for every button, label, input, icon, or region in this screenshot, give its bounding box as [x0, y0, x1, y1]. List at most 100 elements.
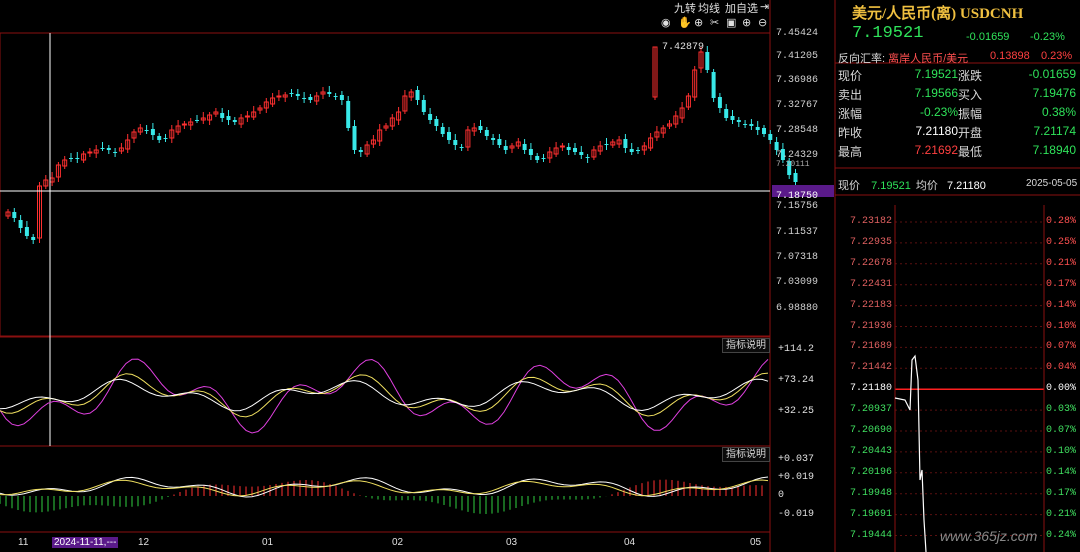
macd-tick: 0 — [778, 490, 785, 501]
quote-label: 振幅 — [958, 107, 983, 121]
indicator-help-button-1[interactable]: 指标说明 — [722, 338, 770, 353]
candle-body — [774, 142, 779, 150]
candle-body — [484, 130, 489, 136]
price-tick: 7.41205 — [776, 51, 819, 62]
candle-body — [459, 147, 464, 148]
price-tick: 7.07318 — [776, 252, 819, 263]
candle-body — [705, 52, 710, 70]
quote-label: 最高 — [838, 145, 863, 159]
candle-body — [730, 116, 735, 120]
lock-icon[interactable]: ▣ — [726, 16, 736, 31]
symbol-title: 美元/人民币(离) USDCNH — [852, 6, 1024, 22]
candle-body — [302, 98, 307, 99]
candle-body — [69, 158, 73, 159]
candle-body — [358, 150, 363, 152]
current-price-marker: 7.18750 — [772, 185, 834, 202]
intraday-price-tick: 7.21442 — [850, 362, 893, 374]
candle-body — [308, 97, 313, 100]
date-tick: 02 — [392, 537, 404, 548]
candle-body — [421, 100, 426, 112]
intraday-price-tick: 7.23182 — [850, 216, 893, 227]
eye-icon[interactable]: ◉ — [661, 16, 671, 31]
add-watchlist-button[interactable]: 加自选 — [725, 0, 758, 15]
price-tick: 7.32767 — [776, 100, 819, 111]
quote-value: 7.19521 — [914, 67, 958, 81]
intraday-price-tick: 7.20937 — [850, 404, 893, 416]
candle-body — [434, 119, 439, 126]
expand-panel-icon[interactable]: ⇥ — [760, 0, 769, 15]
quote-value: -0.23% — [919, 105, 958, 119]
intraday-pct-tick: 0.10% — [1046, 445, 1077, 457]
scissors-icon[interactable]: ✂ — [710, 16, 719, 31]
intraday-pct-tick: 0.21% — [1046, 508, 1077, 520]
quote-row: 现价 7.19521 涨跌 -0.01659 — [838, 67, 1080, 86]
candle-body — [339, 95, 344, 100]
kdj-tick: +114.2 — [778, 344, 815, 355]
candle-body — [24, 227, 29, 236]
candle-body — [327, 92, 332, 94]
candle-body — [503, 146, 508, 150]
hand-icon[interactable]: ✋ — [678, 16, 692, 31]
zoom-out-icon[interactable]: ⊖ — [758, 16, 767, 31]
candle-body — [629, 149, 634, 152]
candle-body — [447, 132, 451, 140]
candle-body — [226, 116, 231, 120]
quote-row: 昨收 7.21180 开盘 7.21174 — [838, 124, 1080, 143]
quote-label: 最低 — [958, 145, 983, 159]
candle-body — [497, 139, 502, 145]
candle-body — [573, 148, 577, 152]
candle-body — [346, 101, 351, 128]
nine-turn-button[interactable]: 九转 — [674, 0, 696, 15]
intraday-pct-tick: 0.04% — [1046, 362, 1077, 374]
ma-line-button[interactable]: 均线 — [698, 0, 720, 15]
reverse-rate-row: 反向汇率: 离岸人民币/美元 — [838, 50, 968, 66]
intraday-pct-tick: 0.14% — [1046, 466, 1077, 478]
price-tick: 7.20111 — [776, 160, 810, 169]
intraday-price-tick: 7.20690 — [850, 425, 893, 436]
quote-value: 7.21180 — [915, 124, 959, 138]
intraday-pct-tick: 0.03% — [1046, 404, 1077, 416]
zoom-in-icon[interactable]: ⊕ — [742, 16, 751, 31]
kdj-tick: +73.24 — [778, 375, 815, 386]
price-tick: 7.11537 — [776, 227, 819, 238]
quote-label: 开盘 — [958, 126, 983, 140]
date-tick: 03 — [506, 537, 518, 548]
indicator-help-button-2[interactable]: 指标说明 — [722, 447, 770, 462]
date-tick: 04 — [624, 537, 636, 548]
intraday-price-tick: 7.22935 — [850, 236, 893, 248]
quote-label: 卖出 — [838, 88, 863, 102]
candle-body — [157, 136, 162, 140]
intraday-price-tick: 7.19444 — [850, 529, 893, 541]
date-tick: 2024-11-11,--- — [52, 537, 119, 548]
candle-body — [289, 93, 294, 94]
price-tick: 7.28548 — [776, 125, 819, 136]
quote-value: -0.01659 — [1028, 67, 1076, 81]
candle-body — [579, 152, 584, 155]
candle-body — [75, 158, 80, 159]
candle-body — [276, 95, 282, 98]
candle-body — [220, 113, 225, 118]
date-tick: 05 — [750, 537, 762, 548]
intraday-pct-tick: 0.14% — [1046, 299, 1077, 311]
macd-tick: +0.019 — [778, 472, 815, 483]
watermark: www.365jz.com — [940, 528, 1038, 544]
intraday-now-value: 7.19521 — [871, 180, 911, 192]
candle-body — [749, 124, 754, 126]
price-tick: 7.03099 — [776, 277, 819, 288]
date-tick: 11 — [18, 537, 29, 548]
date-tick: 01 — [262, 537, 274, 548]
candle-body — [415, 90, 420, 100]
intraday-price-line — [894, 354, 927, 552]
intraday-price-tick: 7.19948 — [850, 487, 893, 499]
current-price-marker-text: 7.18750 — [776, 191, 819, 202]
candle-body — [755, 127, 760, 130]
candle-body — [566, 147, 571, 150]
intraday-pct-tick: 0.21% — [1046, 257, 1077, 269]
reverse-rate-name[interactable]: 离岸人民币/美元 — [888, 53, 968, 65]
crosshair-icon[interactable]: ⊕ — [694, 16, 703, 31]
candle-body — [541, 158, 546, 159]
intraday-price-tick: 7.19691 — [850, 508, 893, 520]
intraday-pct-tick: 0.28% — [1046, 216, 1077, 227]
quote-row: 涨幅 -0.23% 振幅 0.38% — [838, 105, 1080, 124]
price-tick: 7.15756 — [776, 201, 819, 212]
